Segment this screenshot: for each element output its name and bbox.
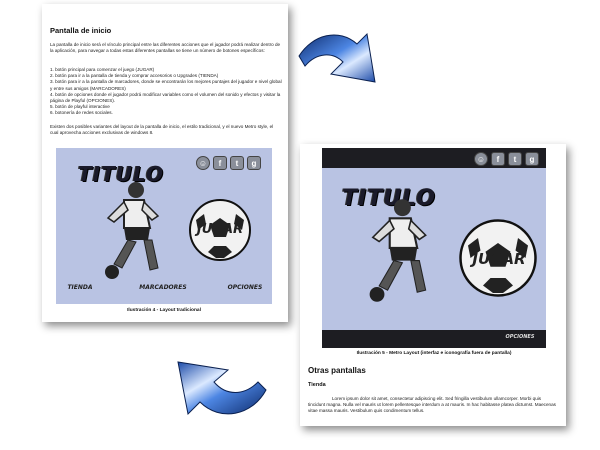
intro-paragraph: La pantalla de inicio será el vínculo pr…	[50, 42, 281, 54]
traditional-layout-screenshot: TITULO ☺ f t g JUGAR TIENDA MARCADORES O…	[56, 148, 272, 304]
list-item: 6. botonería de redes sociales.	[50, 110, 113, 116]
shop-button: TIENDA	[67, 284, 93, 291]
facebook-icon: f	[213, 156, 227, 170]
lorem-paragraph: Lorem ipsum dolor sit amet, consectetur …	[308, 396, 556, 414]
page-heading: Pantalla de inicio	[50, 26, 112, 35]
document-page-2: ☺ f t g TITULO JUGAR OPCIONES Ilustració…	[300, 144, 566, 426]
metro-layout-screenshot: ☺ f t g TITULO JUGAR OPCIONES	[322, 148, 546, 348]
closing-paragraph: Existen dos posibles variantes del layou…	[50, 124, 274, 136]
figure-caption: Ilustración 4 - Layout tradicional	[127, 308, 201, 313]
list-item: 3. botón para ir a la pantalla de marcad…	[50, 79, 282, 91]
subsection-title: Tienda	[308, 382, 326, 388]
button-list: 1. botón principal para comenzar el jueg…	[50, 67, 282, 117]
document-page-1: Pantalla de inicio La pantalla de inicio…	[42, 4, 288, 322]
options-button: OPCIONES	[227, 284, 263, 291]
twitter-icon: t	[508, 152, 522, 166]
google-plus-icon: g	[525, 152, 539, 166]
soccer-player-icon	[369, 199, 427, 302]
section-title: Otras pantallas	[308, 366, 366, 375]
curved-arrow-bottom-icon	[177, 361, 267, 416]
options-button: OPCIONES	[505, 334, 535, 340]
play-button: JUGAR	[472, 250, 526, 268]
scoreboard-button: MARCADORES	[139, 284, 187, 291]
twitter-icon: t	[230, 156, 244, 170]
soccer-player-icon	[105, 182, 160, 279]
list-item: 4. botón de opciones donde el jugador po…	[50, 91, 281, 104]
play-button: JUGAR	[196, 222, 244, 237]
figure-caption: Ilustración 5 - Metro Layout (interfaz e…	[356, 351, 512, 356]
curved-arrow-top-icon	[298, 32, 376, 83]
bottom-bar: OPCIONES	[322, 330, 546, 348]
smiley-icon: ☺	[196, 156, 210, 170]
social-buttons: ☺ f t g	[474, 152, 539, 166]
social-buttons: ☺ f t g	[196, 156, 261, 170]
facebook-icon: f	[491, 152, 505, 166]
smiley-icon: ☺	[474, 152, 488, 166]
google-plus-icon: g	[247, 156, 261, 170]
